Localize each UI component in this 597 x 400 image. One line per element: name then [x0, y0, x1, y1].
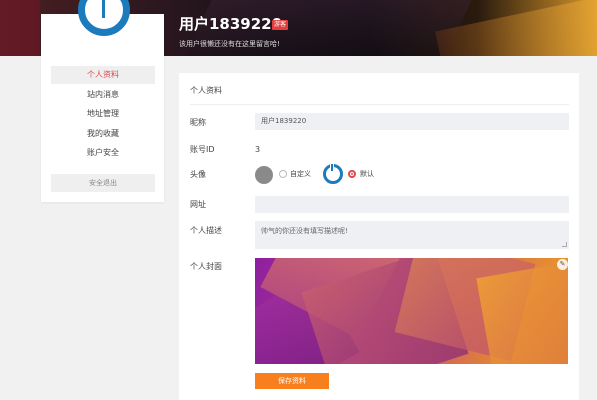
save-button[interactable]: 保存资料	[255, 373, 329, 389]
default-avatar-label: 默认	[360, 170, 374, 178]
sidebar-item-favorites[interactable]: 我的收藏	[51, 125, 155, 143]
description-label: 个人描述	[190, 226, 222, 235]
cover-label: 个人封面	[190, 262, 222, 271]
custom-avatar-preview	[255, 166, 273, 184]
sidebar-item-profile[interactable]: 个人资料	[51, 66, 155, 84]
default-avatar-radio[interactable]	[348, 170, 356, 178]
sidebar-item-messages[interactable]: 站内消息	[51, 86, 155, 104]
edit-cover-icon[interactable]: ✎	[557, 259, 568, 270]
website-input[interactable]	[255, 196, 569, 213]
custom-avatar-radio[interactable]	[279, 170, 287, 178]
sidebar-item-addresses[interactable]: 地址管理	[51, 105, 155, 123]
description-textarea[interactable]: 帅气的你还没有填写描述呢!	[255, 221, 569, 249]
account-id-value: 3	[255, 145, 261, 154]
header-username: 用户1839220	[179, 15, 283, 33]
avatar-label: 头像	[190, 170, 206, 179]
header-signature: 该用户很懒还没有在这里留言哈!	[179, 40, 280, 48]
nickname-input[interactable]	[255, 113, 569, 130]
default-avatar-icon	[323, 163, 343, 184]
custom-avatar-label: 自定义	[290, 170, 311, 178]
account-id-label: 账号ID	[190, 145, 215, 154]
logout-button[interactable]: 安全退出	[51, 174, 155, 192]
divider	[190, 104, 569, 105]
nickname-label: 昵称	[190, 118, 206, 127]
profile-title: 个人资料	[190, 86, 222, 95]
user-avatar-icon	[78, 0, 130, 36]
resize-handle-icon[interactable]	[562, 242, 567, 247]
website-label: 网址	[190, 200, 206, 209]
user-badge: 游客	[272, 20, 288, 30]
sidebar-item-security[interactable]: 账户安全	[51, 144, 155, 162]
cover-image	[255, 258, 568, 364]
description-placeholder: 帅气的你还没有填写描述呢!	[261, 227, 348, 235]
